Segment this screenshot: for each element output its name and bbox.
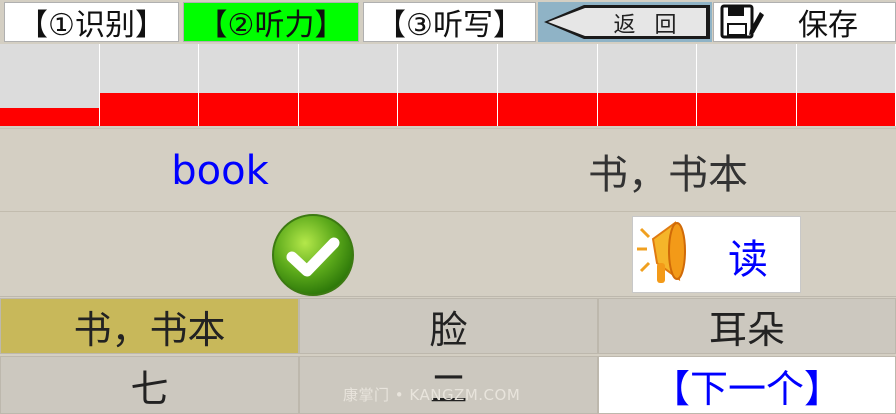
save-icon bbox=[720, 4, 764, 39]
save-button[interactable]: 保存 bbox=[713, 2, 896, 43]
tab-recognize[interactable]: 【①识别】 bbox=[4, 2, 179, 43]
progress-segment bbox=[398, 44, 498, 126]
progress-segment bbox=[0, 44, 100, 126]
feedback-row: 读 bbox=[0, 213, 896, 297]
progress-segment bbox=[100, 44, 199, 126]
progress-segment bbox=[598, 44, 697, 126]
watermark: 康掌门 • KANGZM.COM bbox=[343, 386, 521, 404]
progress-fill bbox=[199, 93, 298, 126]
next-button[interactable]: 【下一个】 bbox=[598, 356, 896, 414]
save-label: 保存 bbox=[798, 8, 858, 43]
english-word: book bbox=[171, 148, 269, 194]
progress-segment bbox=[697, 44, 797, 126]
progress-segment bbox=[299, 44, 398, 126]
back-label: 返 回 bbox=[613, 13, 683, 38]
word-row: book 书，书本 bbox=[0, 128, 896, 212]
progress-fill bbox=[697, 93, 796, 126]
chinese-meaning: 书，书本 bbox=[588, 152, 748, 198]
progress-segment bbox=[797, 44, 896, 126]
progress-fill bbox=[797, 93, 895, 126]
option-3[interactable]: 耳朵 bbox=[598, 298, 896, 354]
read-label: 读 bbox=[728, 236, 768, 283]
option-2[interactable]: 脸 bbox=[299, 298, 598, 354]
progress-fill bbox=[0, 108, 99, 126]
option-1[interactable]: 书，书本 bbox=[0, 298, 299, 354]
progress-fill bbox=[398, 93, 497, 126]
back-button[interactable]: 返 回 bbox=[538, 2, 712, 42]
progress-fill bbox=[498, 93, 597, 126]
progress-fill bbox=[299, 93, 397, 126]
progress-segment bbox=[199, 44, 299, 126]
progress-fill bbox=[598, 93, 696, 126]
read-button[interactable]: 读 bbox=[632, 216, 801, 293]
option-4[interactable]: 七 bbox=[0, 356, 299, 414]
progress-fill bbox=[100, 93, 198, 126]
speaker-icon bbox=[637, 221, 686, 283]
progress-segment bbox=[498, 44, 598, 126]
tab-listening[interactable]: 【②听力】 bbox=[183, 2, 359, 43]
tab-dictation[interactable]: 【③听写】 bbox=[363, 2, 536, 43]
check-icon bbox=[272, 214, 354, 296]
